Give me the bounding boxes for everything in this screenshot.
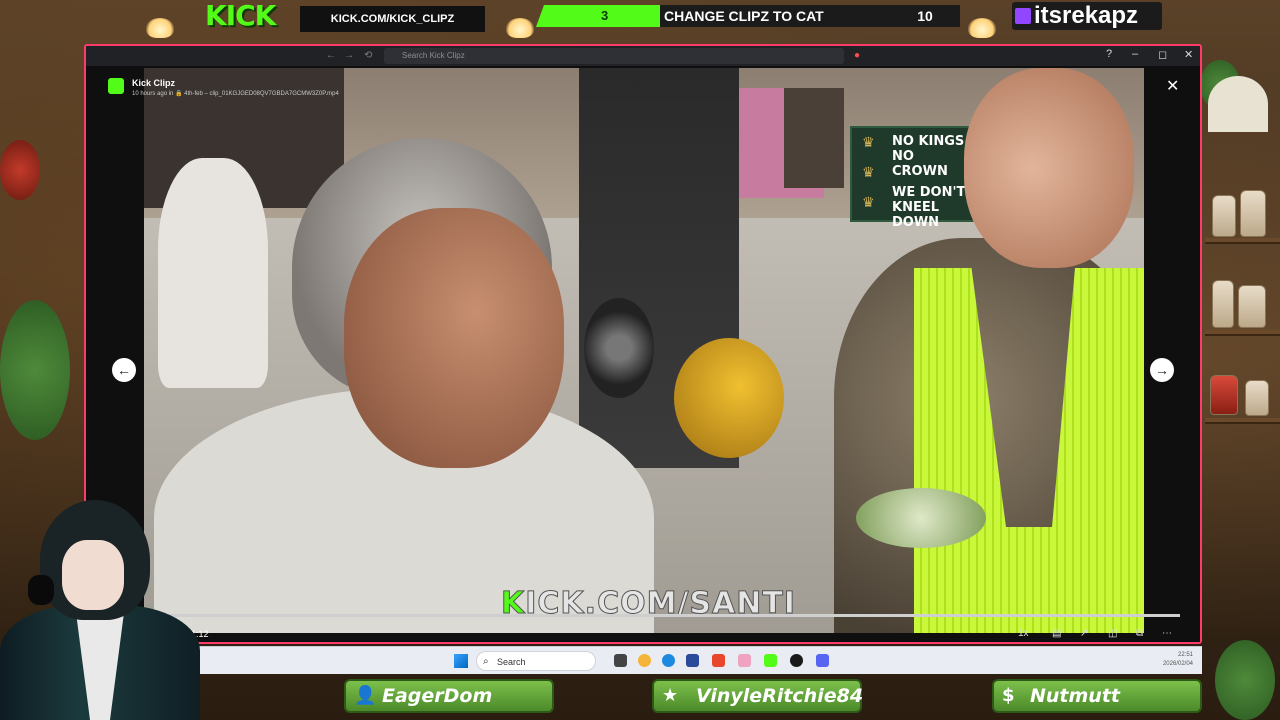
player-controls: 🔈 0:00 / 1:12 1x ▤ ↗ ◫ ⧉ ⋯ bbox=[126, 626, 1186, 642]
discord-icon[interactable] bbox=[816, 654, 829, 667]
back-icon[interactable]: ← bbox=[326, 50, 336, 61]
machine-yellow-part bbox=[674, 338, 784, 458]
speed-button[interactable]: 1x bbox=[1018, 628, 1029, 639]
title-bar: ← → ⟲ Search Kick Clipz ● ? – ◻ ✕ bbox=[86, 46, 1200, 66]
clock-time: 22:51 bbox=[1177, 652, 1193, 658]
close-viewer-icon[interactable]: ✕ bbox=[1166, 76, 1179, 96]
jar bbox=[1212, 195, 1236, 237]
captions-icon[interactable]: ▤ bbox=[1052, 628, 1061, 639]
app-window: ← → ⟲ Search Kick Clipz ● ? – ◻ ✕ ♛ ♛ ♛ … bbox=[84, 44, 1202, 644]
obs-icon[interactable] bbox=[790, 654, 803, 667]
chat-chip: $ Nutmutt bbox=[992, 679, 1202, 713]
app-icon[interactable] bbox=[738, 654, 751, 667]
light-bulb bbox=[146, 18, 174, 38]
chat-chip-name: VinyleRitchie84 bbox=[696, 685, 864, 707]
twitch-icon bbox=[1015, 8, 1031, 24]
brave-icon[interactable] bbox=[712, 654, 725, 667]
kick-url-label: KICK.COM/KICK_CLIPZ bbox=[300, 6, 485, 32]
jar bbox=[1245, 380, 1269, 416]
light-bulb bbox=[506, 18, 534, 38]
taskbar-search-label: Search bbox=[497, 657, 526, 667]
chat-chip-name: EagerDom bbox=[382, 685, 493, 707]
chat-chip: 👤 EagerDom bbox=[344, 679, 554, 713]
dollar-icon: $ bbox=[1002, 685, 1015, 706]
taskbar-clock[interactable]: 22:51 2026/02/04 bbox=[1153, 651, 1193, 669]
crown-icon: ♛ bbox=[862, 135, 875, 151]
edge-icon[interactable] bbox=[662, 654, 675, 667]
pip-icon[interactable]: ⧉ bbox=[1136, 628, 1143, 639]
history-icon[interactable]: ⟲ bbox=[364, 50, 372, 61]
machine-wheel bbox=[584, 298, 654, 398]
video-frame[interactable]: ♛ ♛ ♛ NO KINGS NO CROWN WE DON'T KNEEL D… bbox=[144, 68, 1144, 633]
bystander bbox=[784, 88, 844, 188]
close-window-button[interactable]: ✕ bbox=[1184, 48, 1193, 61]
sign-line: KNEEL DOWN bbox=[892, 200, 940, 230]
seek-bar[interactable] bbox=[120, 614, 1180, 617]
chat-chip: ★ VinyleRitchie84 bbox=[652, 679, 864, 713]
windows-start-icon[interactable] bbox=[454, 654, 468, 668]
media-viewer: ♛ ♛ ♛ NO KINGS NO CROWN WE DON'T KNEEL D… bbox=[86, 66, 1200, 642]
crown-icon: ♛ bbox=[862, 195, 875, 211]
poll-left-count-text: 3 bbox=[601, 8, 609, 23]
poll-left-count: 3 bbox=[535, 5, 675, 27]
stream-scene: KICK KICK.COM/KICK_CLIPZ 3 CHANGE CLIPZ … bbox=[0, 0, 1280, 720]
store-icon[interactable] bbox=[686, 654, 699, 667]
taskbar: ⌕ Search 22:51 2026/02/04 bbox=[188, 646, 1202, 674]
avatar-face bbox=[62, 540, 124, 610]
bystander bbox=[158, 158, 268, 388]
man-face bbox=[964, 68, 1134, 268]
held-container bbox=[856, 488, 986, 548]
taskbar-search[interactable]: ⌕ Search bbox=[476, 651, 596, 671]
sign-line: NO CROWN bbox=[892, 149, 948, 179]
jar bbox=[1212, 280, 1234, 328]
maximize-button[interactable]: ◻ bbox=[1158, 48, 1167, 61]
kick-clipz-icon bbox=[108, 78, 124, 94]
clip-meta: 10 hours ago in 🔒 4th-feb – clip_01KGJGE… bbox=[132, 91, 339, 97]
avatar-cat bbox=[28, 575, 54, 605]
kick-clipz-taskbar-icon[interactable] bbox=[764, 654, 777, 667]
plant bbox=[0, 300, 70, 440]
chat-chip-name: Nutmutt bbox=[1030, 685, 1120, 707]
clock-date: 2026/02/04 bbox=[1162, 661, 1193, 667]
crown-icon: ♛ bbox=[862, 165, 875, 181]
shelf bbox=[1205, 330, 1280, 336]
previous-arrow-icon[interactable]: ← bbox=[112, 358, 136, 382]
sidebar-icon[interactable]: ◫ bbox=[1108, 628, 1117, 639]
jar bbox=[1238, 285, 1266, 328]
minimize-button[interactable]: – bbox=[1132, 48, 1138, 60]
stream-top-bar: KICK KICK.COM/KICK_CLIPZ 3 CHANGE CLIPZ … bbox=[0, 0, 1280, 38]
user-icon: 👤 bbox=[354, 685, 377, 706]
search-icon: ⌕ bbox=[483, 656, 489, 667]
sign-line: WE DON'T bbox=[892, 185, 966, 200]
share-icon[interactable]: ↗ bbox=[1080, 628, 1088, 639]
jar bbox=[1210, 375, 1238, 415]
sign-line: NO KINGS bbox=[892, 134, 965, 149]
app-name: Kick Clipz bbox=[132, 78, 176, 88]
file-explorer-icon[interactable] bbox=[614, 654, 627, 667]
kick-logo: KICK bbox=[205, 0, 276, 32]
search-input[interactable]: Search Kick Clipz bbox=[384, 48, 844, 64]
star-icon: ★ bbox=[662, 685, 679, 706]
lantern bbox=[0, 140, 40, 200]
protest-sign: ♛ ♛ ♛ NO KINGS NO CROWN WE DON'T KNEEL D… bbox=[850, 126, 975, 230]
avatar-icon[interactable]: ● bbox=[854, 50, 860, 61]
clip-header: Kick Clipz 10 hours ago in 🔒 4th-feb – c… bbox=[104, 76, 404, 106]
woman-face bbox=[344, 208, 564, 468]
poll-right-count: 10 bbox=[917, 8, 933, 24]
vtuber-avatar bbox=[0, 495, 200, 720]
forward-icon[interactable]: → bbox=[344, 50, 354, 61]
twitch-handle-text: itsrekapz bbox=[1034, 2, 1139, 29]
shelf bbox=[1205, 238, 1280, 244]
shelf bbox=[1205, 418, 1280, 424]
jar bbox=[1240, 190, 1266, 237]
twitch-handle: itsrekapz bbox=[1012, 2, 1162, 30]
more-icon[interactable]: ⋯ bbox=[1162, 628, 1172, 639]
plant bbox=[1215, 640, 1275, 720]
lamp bbox=[1208, 76, 1268, 132]
help-icon[interactable]: ? bbox=[1106, 48, 1112, 60]
next-arrow-icon[interactable]: → bbox=[1150, 358, 1174, 382]
copilot-icon[interactable] bbox=[638, 654, 651, 667]
light-bulb bbox=[968, 18, 996, 38]
